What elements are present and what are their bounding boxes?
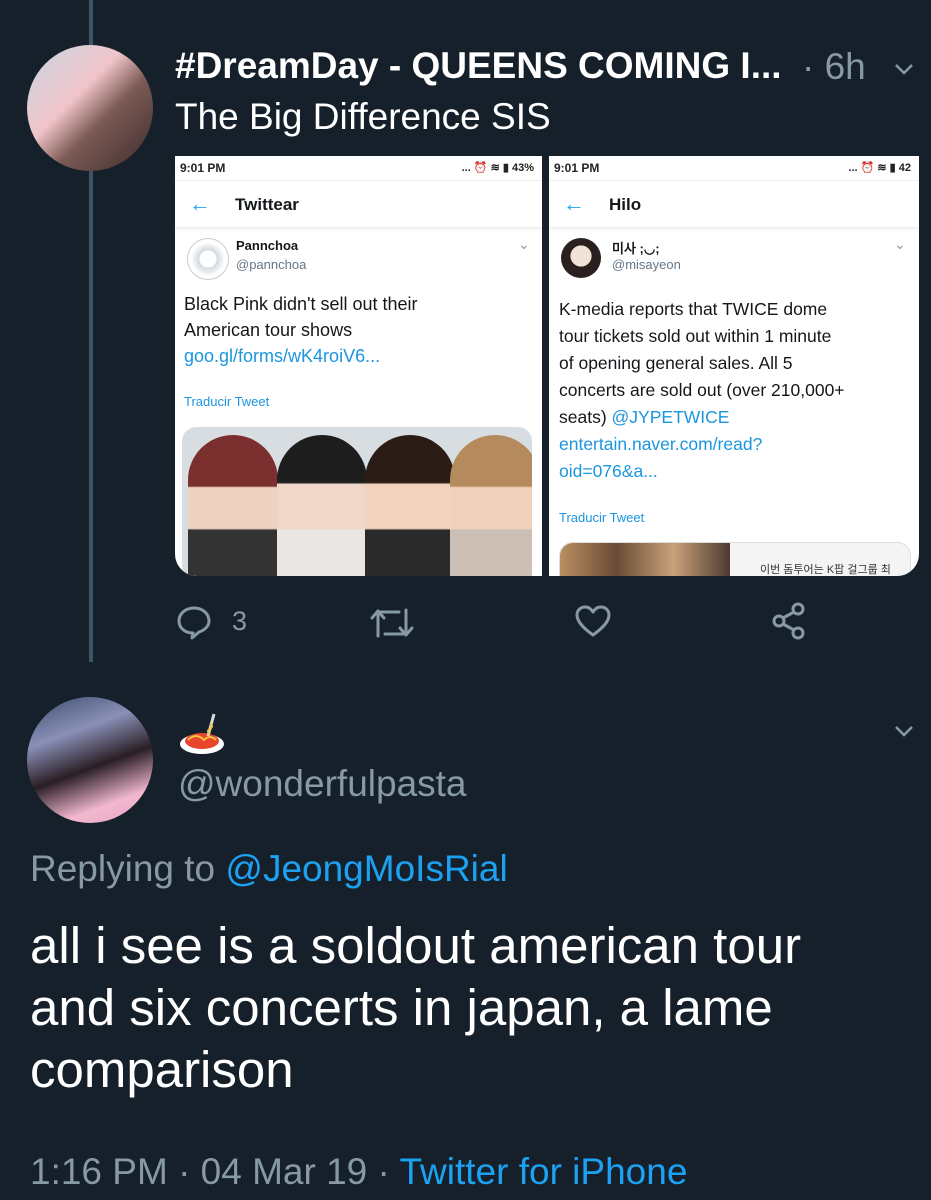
user-handle: @pannchoa — [236, 257, 307, 272]
nav-bar: ← Twittear — [175, 181, 542, 227]
text-line: American tour shows — [184, 320, 353, 340]
text-line: K-media reports that TWICE dome — [559, 299, 828, 319]
tweet-timestamp: 1:16 PM · 04 Mar 19 · — [30, 1151, 400, 1192]
person-figure — [277, 435, 367, 576]
status-time: 9:01 PM — [554, 161, 600, 175]
mention-link[interactable]: @JeongMoIsRial — [225, 848, 507, 889]
avatar — [187, 238, 229, 280]
text-segment: seats) — [559, 407, 612, 427]
status-bar: 9:01 PM ... ⏰ ≋ ▮ 43% — [175, 156, 542, 181]
text-line: and six concerts in japan, a lame — [30, 979, 773, 1036]
avatar — [561, 238, 601, 278]
person-figure — [188, 435, 278, 576]
text-line: tour tickets sold out within 1 minute — [559, 326, 832, 346]
tweet-text: all i see is a soldout american tour and… — [30, 915, 920, 1101]
link-preview-card: 이번 돔투어는 K팝 걸그룹 최 — [559, 542, 911, 576]
preview-image — [560, 543, 730, 576]
preview-caption: 이번 돔투어는 K팝 걸그룹 최 — [760, 564, 891, 576]
text-line: seats) @JYPETWICE — [559, 404, 845, 431]
tweet-footer: 1:16 PM · 04 Mar 19 · Twitter for iPhone — [30, 1151, 687, 1193]
user-handle: @misayeon — [612, 257, 681, 272]
back-arrow-icon: ← — [189, 191, 211, 216]
status-icons: ... ⏰ ≋ ▮ 42 — [848, 162, 911, 174]
status-bar: 9:01 PM ... ⏰ ≋ ▮ 42 — [549, 156, 919, 181]
nav-title: Hilo — [609, 195, 642, 214]
text-line: Black Pink didn't sell out their — [184, 294, 418, 314]
attached-image-twittear[interactable]: 9:01 PM ... ⏰ ≋ ▮ 43% ← Twittear Panncho… — [175, 156, 542, 576]
status-icons: ... ⏰ ≋ ▮ 43% — [461, 162, 534, 174]
group-photo — [182, 427, 532, 576]
chevron-down-icon: ⌄ — [518, 236, 530, 252]
replying-to: Replying to @JeongMoIsRial — [30, 848, 508, 890]
text-line: all i see is a soldout american tour — [30, 917, 802, 974]
retweet-icon[interactable] — [369, 606, 415, 640]
replying-label: Replying to — [30, 848, 226, 889]
user-name: Pannchoa — [236, 238, 299, 253]
reply-count: 3 — [232, 606, 248, 636]
user-name: 미사 ;◡; — [612, 241, 660, 256]
nav-title: Twittear — [235, 195, 299, 214]
translate-link: Traducir Tweet — [559, 510, 645, 525]
chevron-down-icon[interactable] — [893, 58, 915, 80]
share-icon[interactable] — [771, 602, 807, 640]
status-time: 9:01 PM — [180, 161, 226, 175]
tweet-text: Black Pink didn't sell out their America… — [184, 291, 418, 369]
tweet-text: The Big Difference SIS — [175, 96, 551, 137]
back-arrow-icon: ← — [563, 191, 585, 216]
text-line: comparison — [30, 1041, 294, 1098]
person-figure — [450, 435, 532, 576]
user-handle[interactable]: @wonderfulpasta — [178, 763, 467, 805]
text-line: concerts are sold out (over 210,000+ — [559, 380, 845, 400]
tweet-source-link[interactable]: Twitter for iPhone — [399, 1151, 687, 1192]
chevron-down-icon: ⌄ — [894, 236, 906, 252]
avatar[interactable] — [27, 697, 153, 823]
spaghetti-emoji-icon — [180, 713, 224, 754]
tweet-link: oid=076&a... — [559, 461, 658, 481]
translate-link: Traducir Tweet — [184, 394, 270, 409]
tweet-link: goo.gl/forms/wK4roiV6... — [184, 346, 381, 366]
tweet-link: entertain.naver.com/read? — [559, 434, 763, 454]
heart-icon[interactable] — [574, 604, 612, 638]
mention-link: @JYPETWICE — [611, 407, 730, 427]
tweet-timestamp[interactable]: · 6h — [802, 46, 866, 88]
chevron-down-icon[interactable] — [893, 720, 915, 742]
nav-bar: ← Hilo — [549, 181, 919, 227]
tweet-display-name[interactable]: #DreamDay - QUEENS COMING I... — [175, 45, 782, 87]
person-figure — [365, 435, 455, 576]
avatar[interactable] — [27, 45, 153, 171]
attached-image-hilo[interactable]: 9:01 PM ... ⏰ ≋ ▮ 42 ← Hilo 미사 ;◡; @misa… — [549, 156, 919, 576]
tweet-text: K-media reports that TWICE dome tour tic… — [559, 296, 845, 485]
text-line: of opening general sales. All 5 — [559, 353, 793, 373]
reply-icon[interactable] — [176, 604, 212, 640]
